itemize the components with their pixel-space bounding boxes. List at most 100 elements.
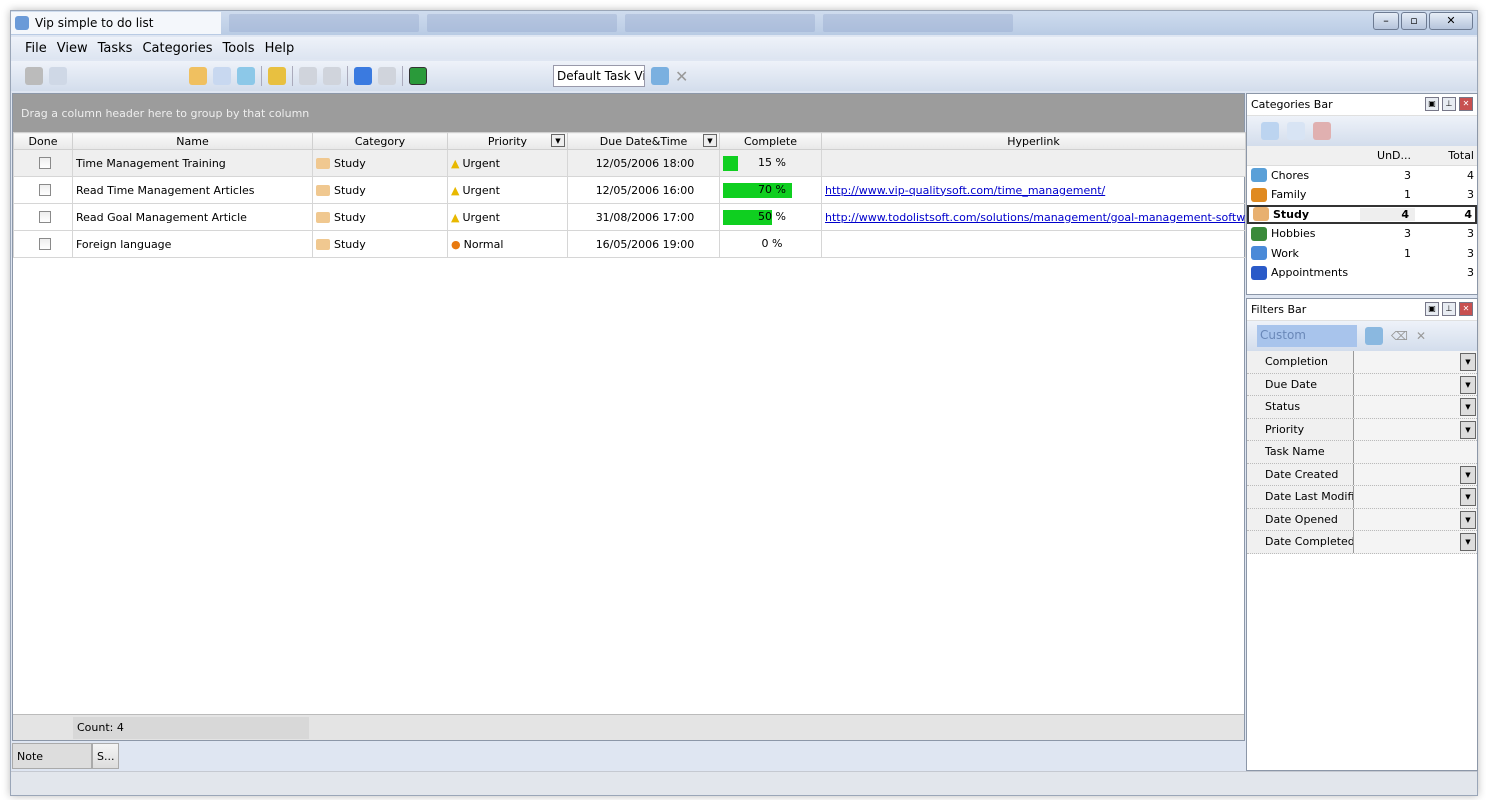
filter-value[interactable]: ▼ bbox=[1354, 463, 1477, 485]
eraser-icon[interactable]: ⌫ bbox=[1391, 329, 1408, 343]
float-icon[interactable]: ▣ bbox=[1425, 97, 1439, 111]
filter-value[interactable]: ▼ bbox=[1354, 508, 1477, 530]
dropdown-arrow-icon[interactable]: ▼ bbox=[1460, 420, 1476, 439]
done-checkbox[interactable] bbox=[38, 184, 51, 196]
dropdown-arrow-icon[interactable]: ▼ bbox=[1460, 488, 1476, 506]
filter-row[interactable]: Status ▼ bbox=[1247, 396, 1477, 419]
table-row[interactable]: Read Goal Management Article Study ▲ Urge… bbox=[13, 203, 1246, 231]
edit-category-icon[interactable] bbox=[1287, 122, 1305, 140]
add-category-icon[interactable] bbox=[1261, 122, 1279, 140]
filter-row[interactable]: Due Date ▼ bbox=[1247, 373, 1477, 396]
pin-icon[interactable]: ⊥ bbox=[1442, 97, 1456, 111]
task-hyperlink[interactable]: http://www.vip-qualitysoft.com/time_mana… bbox=[825, 184, 1105, 197]
column-undone[interactable]: UnD... bbox=[1362, 149, 1417, 162]
tab-s[interactable]: S... bbox=[92, 743, 120, 769]
background-tab[interactable] bbox=[229, 14, 419, 32]
done-checkbox[interactable] bbox=[38, 211, 51, 223]
apply-view-icon[interactable] bbox=[651, 67, 669, 85]
menu-help[interactable]: Help bbox=[265, 41, 295, 56]
filter-value[interactable]: ▼ bbox=[1354, 396, 1477, 418]
menu-view[interactable]: View bbox=[57, 41, 88, 56]
maximize-button[interactable]: ▫ bbox=[1401, 12, 1427, 30]
filter-value[interactable]: ▼ bbox=[1354, 486, 1477, 508]
menu-categories[interactable]: Categories bbox=[142, 41, 212, 56]
task-name[interactable]: Read Time Management Articles bbox=[72, 176, 313, 204]
background-tab[interactable] bbox=[625, 14, 815, 32]
filter-dropdown-icon[interactable]: ▼ bbox=[703, 134, 717, 147]
done-checkbox[interactable] bbox=[38, 157, 51, 169]
background-tab[interactable] bbox=[427, 14, 617, 32]
column-header-done[interactable]: Done bbox=[13, 132, 73, 150]
filter-value[interactable] bbox=[1354, 441, 1477, 463]
column-header-category[interactable]: Category bbox=[312, 132, 448, 150]
category-appointments[interactable]: Appointments 3 bbox=[1247, 263, 1477, 283]
active-window-tab[interactable]: Vip simple to do list bbox=[11, 12, 221, 34]
recycle-icon[interactable] bbox=[237, 67, 255, 85]
column-total[interactable]: Total bbox=[1417, 149, 1477, 162]
dropdown-arrow-icon[interactable]: ▼ bbox=[1460, 398, 1476, 416]
filter-value[interactable]: ▼ bbox=[1354, 373, 1477, 395]
new-task-icon[interactable] bbox=[189, 67, 207, 85]
filter-row[interactable]: Task Name bbox=[1247, 441, 1477, 464]
group-by-panel[interactable]: Drag a column header here to group by th… bbox=[13, 94, 1244, 132]
task-name[interactable]: Read Goal Management Article bbox=[72, 203, 313, 231]
dropdown-arrow-icon[interactable]: ▼ bbox=[1460, 465, 1476, 484]
category-family[interactable]: Family 1 3 bbox=[1247, 185, 1477, 205]
filter-value[interactable]: ▼ bbox=[1354, 531, 1477, 553]
filter-row[interactable]: Date Opened ▼ bbox=[1247, 508, 1477, 531]
menu-file[interactable]: File bbox=[25, 41, 47, 56]
move-bottom-icon[interactable] bbox=[354, 67, 372, 85]
column-header-hyperlink[interactable]: Hyperlink bbox=[821, 132, 1246, 150]
apply-filter-icon[interactable] bbox=[1365, 327, 1383, 345]
filter-row[interactable]: Date Completed ▼ bbox=[1247, 531, 1477, 554]
float-icon[interactable]: ▣ bbox=[1425, 302, 1439, 316]
pin-icon[interactable]: ⊥ bbox=[1442, 302, 1456, 316]
green-flag-icon[interactable] bbox=[409, 67, 427, 85]
close-icon[interactable]: ✕ bbox=[1459, 97, 1473, 111]
dropdown-arrow-icon[interactable]: ▼ bbox=[1460, 510, 1476, 529]
task-hyperlink[interactable]: http://www.todolistsoft.com/solutions/ma… bbox=[825, 211, 1245, 224]
dropdown-arrow-icon[interactable]: ▼ bbox=[1460, 533, 1476, 551]
task-name[interactable]: Time Management Training bbox=[72, 149, 313, 177]
menu-tasks[interactable]: Tasks bbox=[98, 41, 133, 56]
delete-filter-icon[interactable]: ✕ bbox=[1416, 329, 1426, 343]
dropdown-arrow-icon[interactable]: ▼ bbox=[1460, 375, 1476, 394]
category-chores[interactable]: Chores 3 4 bbox=[1247, 166, 1477, 186]
category-hobbies[interactable]: Hobbies 3 3 bbox=[1247, 224, 1477, 244]
print-icon[interactable] bbox=[25, 67, 43, 85]
handshake-icon[interactable] bbox=[268, 67, 286, 85]
table-row[interactable]: Read Time Management Articles Study ▲ Urg… bbox=[13, 176, 1246, 204]
dropdown-arrow-icon[interactable]: ▼ bbox=[1460, 353, 1476, 371]
done-checkbox[interactable] bbox=[38, 238, 51, 250]
move-top-icon[interactable] bbox=[378, 67, 396, 85]
tab-note[interactable]: Note bbox=[12, 743, 92, 769]
close-icon[interactable]: ✕ bbox=[1459, 302, 1473, 316]
column-header-due-date-time[interactable]: Due Date&Time ▼ bbox=[567, 132, 720, 150]
filter-value[interactable]: ▼ bbox=[1354, 418, 1477, 440]
edit-task-icon[interactable] bbox=[213, 67, 231, 85]
category-work[interactable]: Work 1 3 bbox=[1247, 244, 1477, 264]
filter-dropdown-icon[interactable]: ▼ bbox=[551, 134, 565, 147]
filter-row[interactable]: Date Last Modified ▼ bbox=[1247, 486, 1477, 509]
minimize-button[interactable]: – bbox=[1373, 12, 1399, 30]
delete-category-icon[interactable] bbox=[1313, 122, 1331, 140]
category-study[interactable]: Study 4 4 bbox=[1247, 204, 1477, 224]
table-row[interactable]: Time Management Training Study ▲ Urgent 1… bbox=[13, 149, 1246, 177]
column-header-name[interactable]: Name bbox=[72, 132, 313, 150]
filter-row[interactable]: Completion ▼ bbox=[1247, 351, 1477, 374]
move-up-icon[interactable] bbox=[323, 67, 341, 85]
task-name[interactable]: Foreign language bbox=[72, 230, 313, 258]
column-header-priority[interactable]: Priority ▼ bbox=[447, 132, 568, 150]
print-preview-icon[interactable] bbox=[49, 67, 67, 85]
filter-value[interactable]: ▼ bbox=[1354, 351, 1477, 373]
table-row[interactable]: Foreign language Study ● Normal 16/05/200… bbox=[13, 230, 1246, 258]
filter-preset-combo[interactable]: Custom bbox=[1257, 325, 1357, 347]
close-button[interactable]: ✕ bbox=[1429, 12, 1473, 30]
background-tab[interactable] bbox=[823, 14, 1013, 32]
delete-view-icon[interactable]: ✕ bbox=[675, 67, 688, 86]
filter-row[interactable]: Date Created ▼ bbox=[1247, 463, 1477, 486]
task-view-combo[interactable]: Default Task View bbox=[553, 65, 645, 87]
filter-row[interactable]: Priority ▼ bbox=[1247, 418, 1477, 441]
menu-tools[interactable]: Tools bbox=[223, 41, 255, 56]
column-header-complete[interactable]: Complete bbox=[719, 132, 822, 150]
